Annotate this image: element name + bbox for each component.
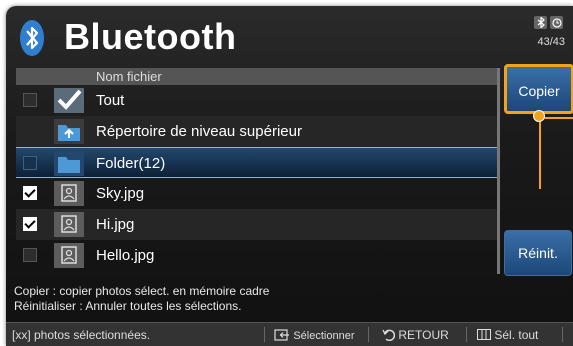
- callout-dot: [533, 110, 545, 122]
- select-all-button[interactable]: Sél. tout: [477, 328, 538, 342]
- list-item[interactable]: Hi.jpg: [16, 209, 498, 240]
- help-text: Copier : copier photos sélect. en mémoir…: [14, 284, 269, 314]
- divider: [466, 327, 467, 342]
- back-button[interactable]: RETOUR: [382, 328, 449, 342]
- list-item-label: Hello.jpg: [96, 247, 155, 264]
- bluetooth-icon: [20, 20, 44, 56]
- list-item[interactable]: Répertoire de niveau supérieur: [16, 116, 498, 147]
- list-item[interactable]: Tout: [16, 85, 498, 116]
- header: Bluetooth 43/43: [6, 6, 573, 68]
- checkbox[interactable]: [23, 93, 37, 107]
- copy-button[interactable]: Copier: [504, 64, 573, 114]
- checkbox[interactable]: [23, 248, 37, 262]
- parent-folder-icon: [54, 119, 84, 144]
- back-label: RETOUR: [398, 328, 449, 342]
- divider: [562, 327, 563, 342]
- callout-connector: [539, 117, 573, 189]
- list-item-label: Folder(12): [96, 155, 166, 172]
- status-icons: [534, 16, 563, 29]
- return-icon: [382, 329, 396, 342]
- list-item-label: Tout: [96, 92, 125, 109]
- file-list: Nom fichier Tout Répertoire de niveau su…: [16, 68, 498, 274]
- selected-count: [xx] photos sélectionnées.: [12, 328, 151, 342]
- screen: Bluetooth 43/43 Nom fichier Tout Réperto…: [6, 6, 573, 346]
- divider: [264, 327, 265, 342]
- enter-icon: [274, 329, 289, 341]
- check-all-icon: [54, 88, 84, 113]
- column-header-label: Nom fichier: [96, 69, 162, 84]
- checkbox[interactable]: [23, 156, 37, 170]
- footer-bar: [xx] photos sélectionnées. Sélectionner …: [6, 322, 573, 346]
- select-all-label: Sél. tout: [494, 328, 539, 342]
- list-item-label: Répertoire de niveau supérieur: [96, 123, 302, 140]
- divider: [368, 327, 369, 342]
- select-button[interactable]: Sélectionner: [274, 328, 355, 342]
- bluetooth-status-icon: [534, 16, 547, 29]
- list-item-selected[interactable]: Folder(12): [16, 147, 498, 178]
- list-item-label: Sky.jpg: [96, 185, 145, 202]
- list-item[interactable]: Hello.jpg: [16, 240, 498, 271]
- list-item[interactable]: Sky.jpg: [16, 178, 498, 209]
- list-item-label: Hi.jpg: [96, 216, 135, 233]
- checkbox-checked[interactable]: [23, 217, 37, 231]
- clock-icon: [550, 16, 563, 29]
- page-title: Bluetooth: [64, 16, 237, 57]
- photo-icon: [54, 243, 84, 268]
- select-label: Sélectionner: [293, 330, 355, 342]
- select-all-icon: [477, 329, 491, 340]
- column-header: Nom fichier: [16, 68, 498, 85]
- item-count: 43/43: [537, 36, 565, 48]
- folder-icon: [54, 151, 84, 176]
- photo-icon: [54, 181, 84, 206]
- photo-icon: [54, 212, 84, 237]
- help-line-copy: Copier : copier photos sélect. en mémoir…: [14, 284, 270, 298]
- help-line-reset: Réinitialiser : Annuler toutes les sélec…: [14, 299, 242, 313]
- reset-button[interactable]: Réinit.: [504, 230, 572, 276]
- checkbox-checked[interactable]: [23, 186, 37, 200]
- scrollbar[interactable]: [497, 68, 500, 274]
